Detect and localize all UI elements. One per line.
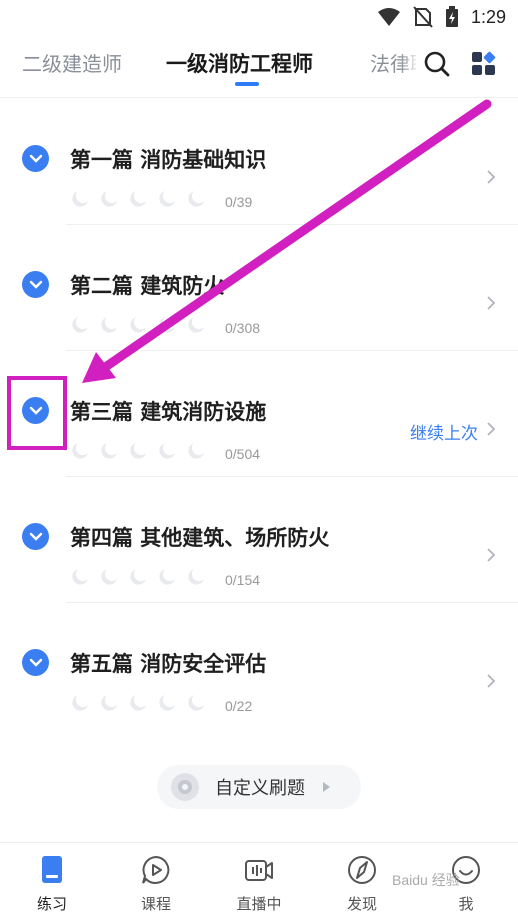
moon-icon xyxy=(101,191,117,207)
moon-icon xyxy=(72,695,88,711)
moon-icon xyxy=(188,569,204,585)
moon-rating xyxy=(70,441,206,461)
moon-icon xyxy=(159,443,175,459)
chapter-progress: 0/154 xyxy=(225,572,261,588)
no-sim-icon xyxy=(413,6,433,28)
tab-first-class-fire-engineer[interactable]: 一级消防工程师 xyxy=(166,48,313,78)
chevron-right-icon xyxy=(487,422,496,436)
custom-practice-label: 自定义刷题 xyxy=(215,778,305,799)
moon-icon xyxy=(130,317,146,333)
chapter-title: 第五篇 消防安全评估 xyxy=(70,652,267,676)
expand-chevron-badge[interactable] xyxy=(22,145,49,172)
top-tab-bar: 二级建造师 一级消防工程师 法律职 xyxy=(0,36,518,98)
nav-practice[interactable]: 练习 xyxy=(17,853,87,914)
status-icons: 1:29 xyxy=(377,6,506,28)
chapter-progress: 0/22 xyxy=(225,698,253,714)
moon-icon xyxy=(101,317,117,333)
chapter-title: 第一篇 消防基础知识 xyxy=(70,148,267,172)
moon-icon xyxy=(101,569,117,585)
expand-chevron-badge[interactable] xyxy=(22,397,49,424)
moon-icon xyxy=(159,695,175,711)
moon-icon xyxy=(188,443,204,459)
moon-rating xyxy=(70,693,206,713)
moon-icon xyxy=(101,695,117,711)
nav-courses[interactable]: 课程 xyxy=(121,853,191,914)
chevron-right-icon xyxy=(487,548,496,562)
moon-icon xyxy=(159,191,175,207)
expand-chevron-badge[interactable] xyxy=(22,271,49,298)
status-bar: 1:29 xyxy=(0,0,518,36)
moon-icon xyxy=(130,569,146,585)
moon-icon xyxy=(188,317,204,333)
chapter-progress: 0/504 xyxy=(225,446,261,462)
moon-icon xyxy=(72,317,88,333)
tab-fade-mask xyxy=(400,44,420,80)
moon-icon xyxy=(188,695,204,711)
chevron-right-icon xyxy=(487,170,496,184)
moon-rating xyxy=(70,189,206,209)
play-bubble-icon xyxy=(142,855,170,884)
chevron-down-icon xyxy=(29,406,42,415)
active-tab-indicator xyxy=(235,82,259,86)
moon-rating xyxy=(70,315,206,335)
tab-second-class-constructor[interactable]: 二级建造师 xyxy=(22,48,122,77)
moon-icon xyxy=(130,695,146,711)
wifi-icon xyxy=(377,8,400,26)
play-arrow-icon xyxy=(323,782,330,792)
chapter-title: 第四篇 其他建筑、场所防火 xyxy=(70,526,330,550)
live-camera-icon xyxy=(245,860,273,881)
expand-chevron-badge[interactable] xyxy=(22,649,49,676)
nav-live[interactable]: 直播中 xyxy=(224,853,294,914)
nav-label: 练习 xyxy=(36,895,67,913)
nav-label: 发现 xyxy=(346,895,377,913)
category-grid-icon[interactable] xyxy=(470,50,498,78)
chapter-progress: 0/39 xyxy=(225,194,253,210)
moon-icon xyxy=(101,443,117,459)
chevron-down-icon xyxy=(29,280,42,289)
nav-label: 我 xyxy=(458,895,474,913)
status-time: 1:29 xyxy=(470,6,506,27)
chapter-row-3[interactable]: 第三篇 建筑消防设施 0/504 继续上次 xyxy=(0,351,518,477)
nav-label: 直播中 xyxy=(236,895,282,913)
battery-charging-icon xyxy=(445,6,458,27)
moon-icon xyxy=(72,191,88,207)
baidu-watermark: Baidu 经验 xyxy=(392,872,460,888)
chapter-progress: 0/308 xyxy=(225,320,261,336)
custom-practice-button[interactable]: 自定义刷题 xyxy=(157,765,361,809)
disc-icon xyxy=(171,773,199,801)
chevron-down-icon xyxy=(29,154,42,163)
moon-icon xyxy=(130,191,146,207)
nav-discover[interactable]: 发现 xyxy=(327,853,397,914)
nav-label: 课程 xyxy=(140,895,171,913)
moon-rating xyxy=(70,567,206,587)
moon-icon xyxy=(188,191,204,207)
resume-last-link[interactable]: 继续上次 xyxy=(410,419,478,444)
chapter-title: 第三篇 建筑消防设施 xyxy=(70,400,267,424)
chapter-row-5[interactable]: 第五篇 消防安全评估 0/22 xyxy=(0,603,518,729)
moon-icon xyxy=(130,443,146,459)
compass-icon xyxy=(348,856,376,884)
moon-icon xyxy=(72,569,88,585)
moon-icon xyxy=(159,569,175,585)
expand-chevron-badge[interactable] xyxy=(22,523,49,550)
search-icon[interactable] xyxy=(423,50,451,78)
chapter-row-2[interactable]: 第二篇 建筑防火 0/308 xyxy=(0,225,518,351)
chevron-down-icon xyxy=(29,532,42,541)
chapter-row-1[interactable]: 第一篇 消防基础知识 0/39 xyxy=(0,99,518,225)
book-icon xyxy=(42,856,62,883)
chevron-down-icon xyxy=(29,658,42,667)
moon-icon xyxy=(159,317,175,333)
chevron-right-icon xyxy=(487,296,496,310)
chevron-right-icon xyxy=(487,674,496,688)
moon-icon xyxy=(72,443,88,459)
chapter-title: 第二篇 建筑防火 xyxy=(70,274,225,298)
chapter-row-4[interactable]: 第四篇 其他建筑、场所防火 0/154 xyxy=(0,477,518,603)
